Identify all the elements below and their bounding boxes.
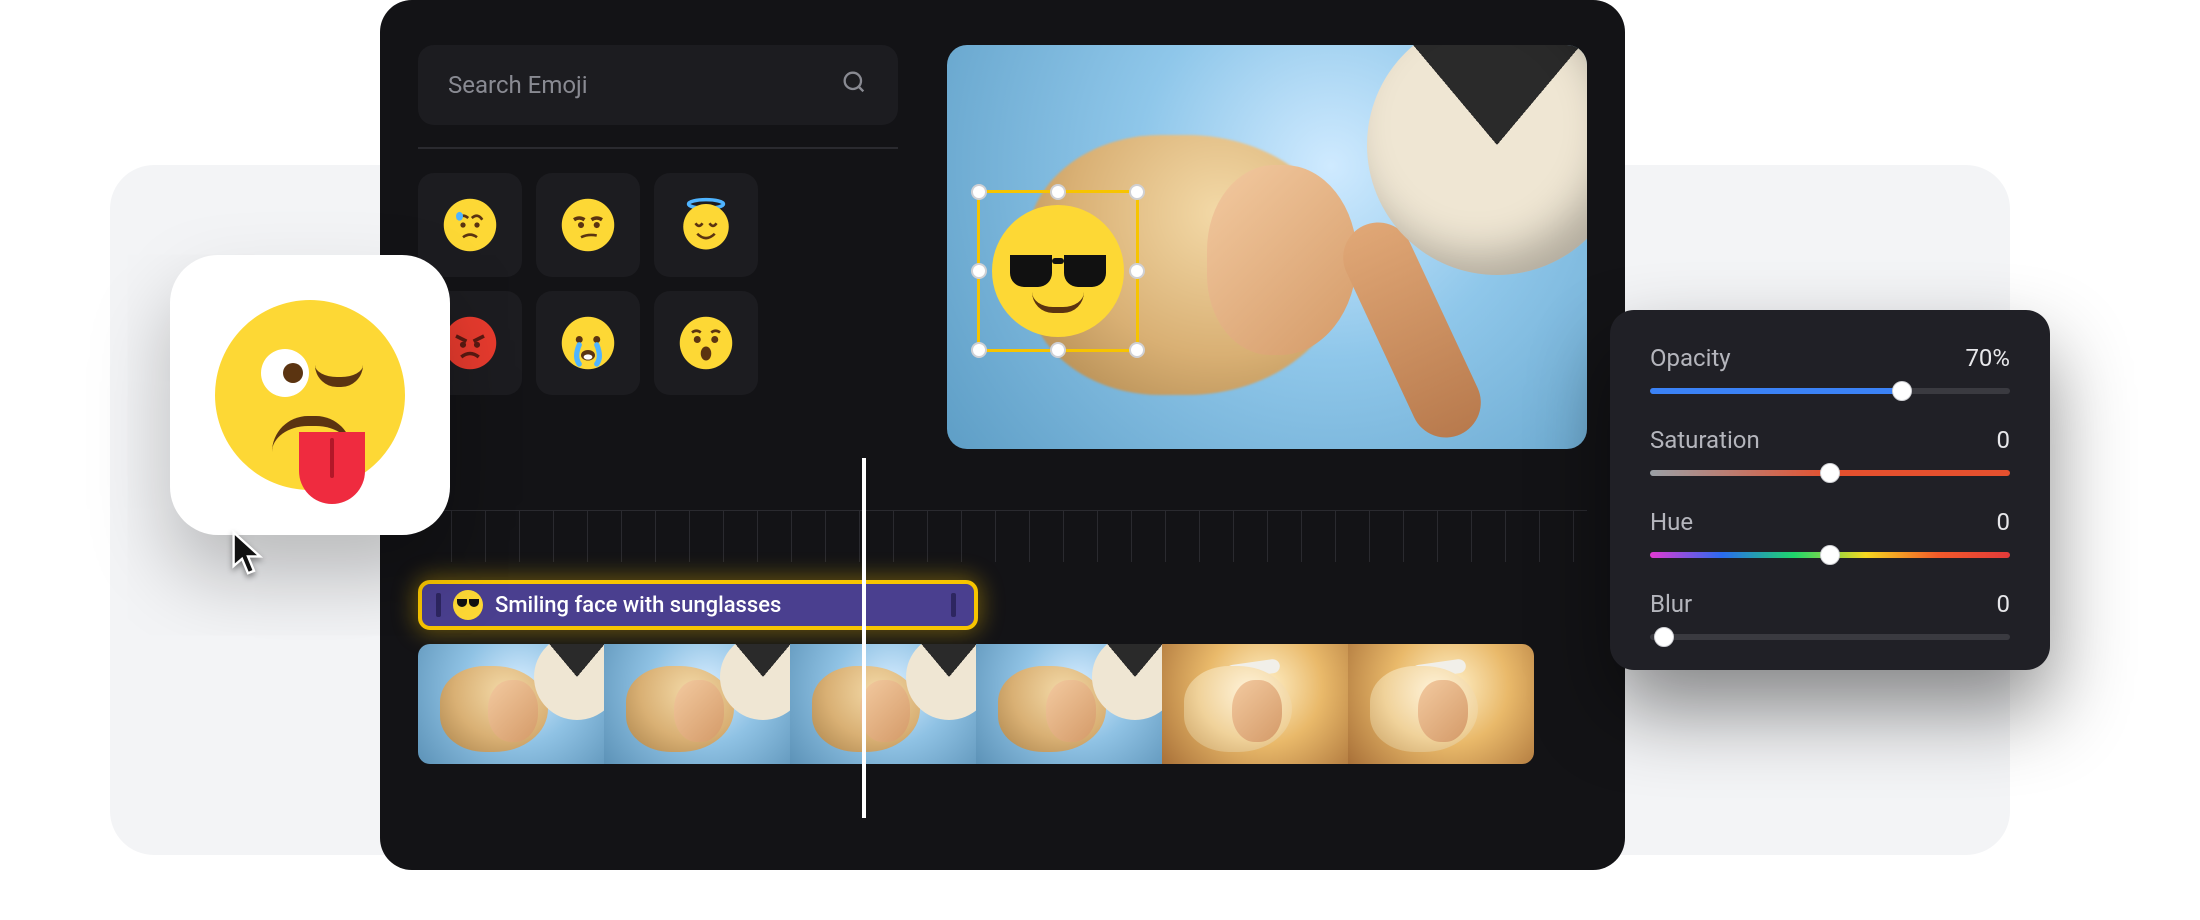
sunglasses-emoji-icon <box>453 590 483 620</box>
clip-label: Smiling face with sunglasses <box>495 593 781 618</box>
blur-slider[interactable] <box>1650 634 2010 640</box>
sunglasses-icon <box>1010 255 1105 287</box>
hue-value: 0 <box>1997 508 2011 536</box>
blur-slider-thumb[interactable] <box>1654 627 1674 647</box>
cursor-icon <box>228 530 268 578</box>
resize-handle-l[interactable] <box>971 263 987 279</box>
saturation-slider-thumb[interactable] <box>1820 463 1840 483</box>
resize-handle-r[interactable] <box>1129 263 1145 279</box>
resize-handle-br[interactable] <box>1129 342 1145 358</box>
properties-panel: Opacity 70% Saturation 0 Hue 0 Blur 0 <box>1610 310 2050 670</box>
search-icon <box>840 68 868 102</box>
prop-opacity: Opacity 70% <box>1650 344 2010 394</box>
winking-face-tongue-icon <box>215 300 405 490</box>
clip-trim-right[interactable] <box>951 593 956 617</box>
timeline-clip-emoji[interactable]: Smiling face with sunglasses <box>418 580 978 630</box>
timeline-video-track[interactable] <box>418 644 1587 764</box>
emoji-grid <box>418 173 898 395</box>
blur-value: 0 <box>1997 590 2011 618</box>
timeline-playhead[interactable] <box>862 458 866 818</box>
saturation-value: 0 <box>1997 426 2011 454</box>
prop-blur: Blur 0 <box>1650 590 2010 640</box>
opacity-value: 70% <box>1965 344 2010 372</box>
hue-slider[interactable] <box>1650 552 2010 558</box>
timeline: Smiling face with sunglasses <box>418 510 1587 764</box>
prop-hue: Hue 0 <box>1650 508 2010 558</box>
prop-saturation: Saturation 0 <box>1650 426 2010 476</box>
preview-viewport[interactable] <box>947 45 1587 449</box>
emoji-unamused-face[interactable] <box>536 173 640 277</box>
hue-label: Hue <box>1650 508 1693 536</box>
placed-emoji-sunglasses[interactable] <box>992 205 1124 337</box>
emoji-panel: Search Emoji <box>418 45 898 395</box>
timeline-frame[interactable] <box>604 644 790 764</box>
saturation-slider[interactable] <box>1650 470 2010 476</box>
panel-divider <box>418 147 898 149</box>
resize-handle-t[interactable] <box>1050 184 1066 200</box>
resize-handle-bl[interactable] <box>971 342 987 358</box>
timeline-ruler[interactable] <box>418 510 1587 562</box>
timeline-frame[interactable] <box>1348 644 1534 764</box>
emoji-disappointed-relieved[interactable] <box>418 173 522 277</box>
search-emoji-input[interactable]: Search Emoji <box>418 45 898 125</box>
resize-handle-tl[interactable] <box>971 184 987 200</box>
clip-trim-left[interactable] <box>436 593 441 617</box>
opacity-slider[interactable] <box>1650 388 2010 394</box>
emoji-hushed-face[interactable] <box>654 291 758 395</box>
opacity-label: Opacity <box>1650 344 1731 372</box>
timeline-frame[interactable] <box>1162 644 1348 764</box>
resize-handle-b[interactable] <box>1050 342 1066 358</box>
blur-label: Blur <box>1650 590 1692 618</box>
selection-bounding-box[interactable] <box>977 190 1139 352</box>
resize-handle-tr[interactable] <box>1129 184 1145 200</box>
search-placeholder: Search Emoji <box>448 71 588 99</box>
timeline-frame[interactable] <box>976 644 1162 764</box>
saturation-label: Saturation <box>1650 426 1760 454</box>
emoji-smiling-face-halo[interactable] <box>654 173 758 277</box>
dragged-emoji-card[interactable] <box>170 255 450 535</box>
hue-slider-thumb[interactable] <box>1820 545 1840 565</box>
timeline-frame[interactable] <box>418 644 604 764</box>
emoji-crying-face[interactable] <box>536 291 640 395</box>
timeline-frame[interactable] <box>790 644 976 764</box>
opacity-slider-thumb[interactable] <box>1892 381 1912 401</box>
editor-window: Search Emoji <box>380 0 1625 870</box>
